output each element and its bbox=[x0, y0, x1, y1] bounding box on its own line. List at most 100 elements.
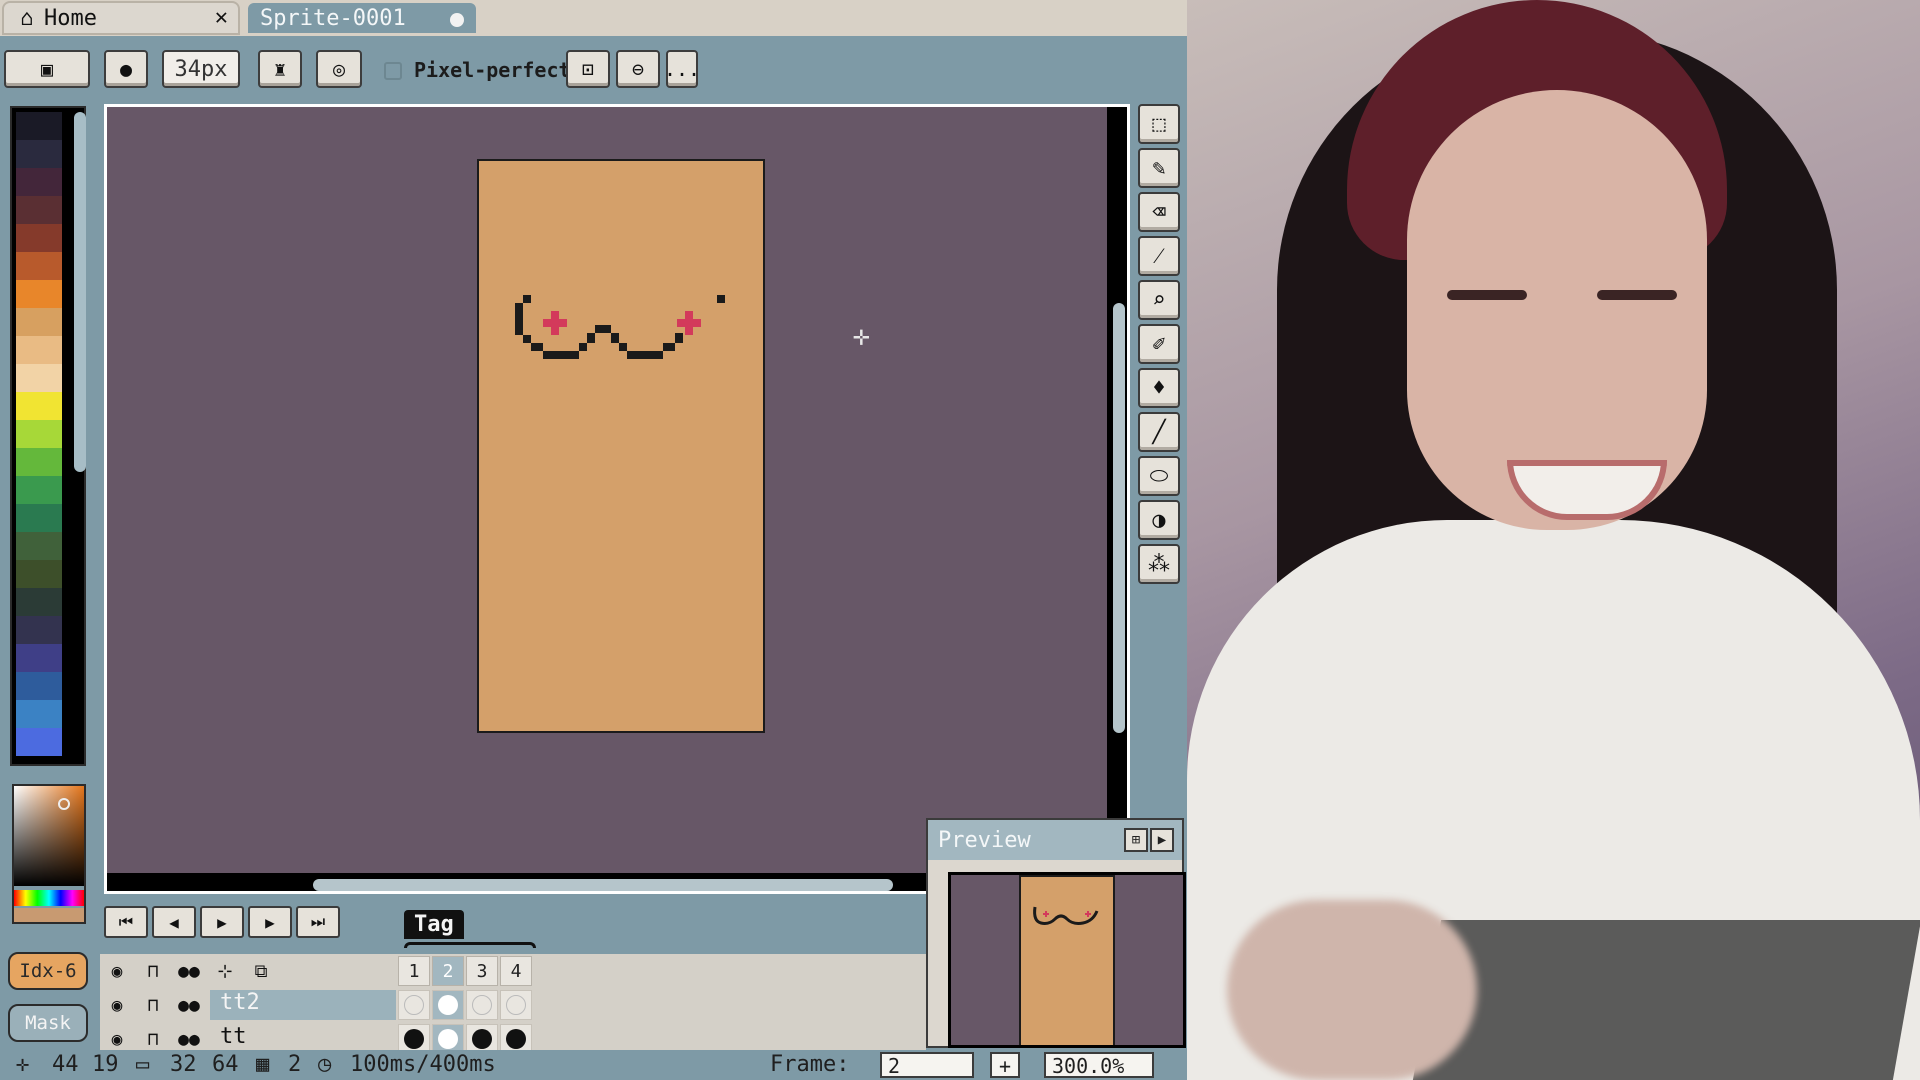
pixel-perfect-checkbox[interactable] bbox=[384, 62, 402, 80]
palette-scrollbar[interactable] bbox=[74, 112, 86, 472]
play-button[interactable]: ▶ bbox=[200, 906, 244, 938]
cel[interactable] bbox=[432, 990, 464, 1020]
palette-swatch[interactable] bbox=[16, 504, 62, 532]
tab-sprite[interactable]: Sprite-0001 bbox=[246, 1, 478, 35]
ellipse-tool[interactable]: ⬭ bbox=[1138, 456, 1180, 496]
palette-swatch[interactable] bbox=[16, 252, 62, 280]
symmetry-button[interactable]: ⊡ bbox=[566, 50, 610, 88]
palette-swatch[interactable] bbox=[16, 420, 62, 448]
palette-swatch[interactable] bbox=[16, 364, 62, 392]
cel[interactable] bbox=[398, 990, 430, 1020]
webcam-eye-right bbox=[1597, 290, 1677, 300]
palette-swatch[interactable] bbox=[16, 728, 62, 756]
palette-swatch[interactable] bbox=[16, 308, 62, 336]
ink-bucket-icon: ♜ bbox=[273, 57, 287, 81]
eraser-icon: ⌫ bbox=[1152, 199, 1166, 225]
center-icon: ⊞ bbox=[1131, 832, 1141, 848]
layer-visible-icon[interactable]: ◉ bbox=[102, 990, 132, 1020]
palette-swatch[interactable] bbox=[16, 448, 62, 476]
eraser-tool[interactable]: ⌫ bbox=[1138, 192, 1180, 232]
color-cursor-icon[interactable] bbox=[58, 798, 70, 810]
continuous-icon[interactable]: ●● bbox=[174, 956, 204, 986]
new-frame-button[interactable]: + bbox=[990, 1052, 1020, 1078]
sprite-size-icon: ▭ bbox=[136, 1052, 150, 1077]
saturation-value-field[interactable] bbox=[14, 786, 84, 886]
layer-row[interactable]: ◉ ⊓ ●● tt2 bbox=[100, 988, 926, 1022]
pencil-tool[interactable]: ✎ bbox=[1138, 148, 1180, 188]
color-index-button[interactable]: Idx-6 bbox=[8, 952, 88, 990]
palette-swatch[interactable] bbox=[16, 616, 62, 644]
layer-name[interactable]: tt2 bbox=[210, 990, 396, 1020]
preview-center-button[interactable]: ⊞ bbox=[1124, 828, 1148, 852]
dynamics-button[interactable]: ⊖ bbox=[616, 50, 660, 88]
palette-swatch[interactable] bbox=[16, 700, 62, 728]
frame-number-1[interactable]: 1 bbox=[398, 956, 430, 986]
zoom-tool[interactable]: ⌕ bbox=[1138, 280, 1180, 320]
cel[interactable] bbox=[500, 990, 532, 1020]
palette-swatch[interactable] bbox=[16, 336, 62, 364]
context-bar: ▣ ● 34px ♜ ◎ Pixel-perfect ⊡ ⊖ ... bbox=[0, 40, 1187, 96]
blur-tool[interactable]: ⁂ bbox=[1138, 544, 1180, 584]
palette-swatch[interactable] bbox=[16, 532, 62, 560]
last-frame-button[interactable]: ⏭ bbox=[296, 906, 340, 938]
alpha-slider[interactable] bbox=[14, 908, 84, 922]
zoom-input[interactable]: 300.0% bbox=[1044, 1052, 1154, 1078]
tab-home[interactable]: ⌂ Home ✕ bbox=[2, 1, 240, 35]
home-icon: ⌂ bbox=[20, 5, 34, 31]
preview-play-button[interactable]: ▶ bbox=[1150, 828, 1174, 852]
palette-swatch[interactable] bbox=[16, 168, 62, 196]
last-frame-icon: ⏭ bbox=[310, 912, 326, 931]
palette-swatch[interactable] bbox=[16, 476, 62, 504]
mask-button[interactable]: Mask bbox=[8, 1004, 88, 1042]
canvas-area[interactable]: ✛ bbox=[107, 107, 1107, 873]
color-index-label: Idx-6 bbox=[19, 960, 77, 982]
palette-swatch[interactable] bbox=[16, 672, 62, 700]
horizontal-scrollbar[interactable] bbox=[313, 879, 893, 891]
pixel-drawing bbox=[515, 295, 725, 359]
vertical-scrollbar[interactable] bbox=[1113, 303, 1125, 733]
palette-swatch[interactable] bbox=[16, 196, 62, 224]
next-frame-button[interactable]: ▶ bbox=[248, 906, 292, 938]
sprite-canvas[interactable] bbox=[477, 159, 765, 733]
lock-icon[interactable]: ⊓ bbox=[138, 956, 168, 986]
brush-shape-button[interactable]: ● bbox=[104, 50, 148, 88]
clock-icon: ◷ bbox=[318, 1052, 332, 1077]
hue-slider[interactable] bbox=[14, 890, 84, 906]
fill-tool[interactable]: ♦ bbox=[1138, 368, 1180, 408]
cel[interactable] bbox=[466, 990, 498, 1020]
palette-swatch[interactable] bbox=[16, 588, 62, 616]
frame-number-4[interactable]: 4 bbox=[500, 956, 532, 986]
preview-canvas[interactable] bbox=[948, 872, 1186, 1048]
opacity-button[interactable]: ◎ bbox=[316, 50, 362, 88]
palette-swatch[interactable] bbox=[16, 560, 62, 588]
palette-swatch[interactable] bbox=[16, 392, 62, 420]
move-tool[interactable]: ✐ bbox=[1138, 324, 1180, 364]
palette-swatch[interactable] bbox=[16, 644, 62, 672]
ink-button[interactable]: ♜ bbox=[258, 50, 302, 88]
marquee-tool[interactable]: ⬚ bbox=[1138, 104, 1180, 144]
ellipse-icon: ⬭ bbox=[1149, 463, 1169, 489]
close-icon[interactable]: ✕ bbox=[215, 5, 228, 30]
brush-type-buttons[interactable]: ▣ bbox=[4, 50, 90, 88]
eye-icon[interactable]: ◉ bbox=[102, 956, 132, 986]
contour-tool[interactable]: ◑ bbox=[1138, 500, 1180, 540]
frame-input[interactable]: 2 bbox=[880, 1052, 974, 1078]
onion-skin-icon[interactable]: ⊹ bbox=[210, 956, 240, 986]
eyedropper-tool[interactable]: ⁄ bbox=[1138, 236, 1180, 276]
frame-number-3[interactable]: 3 bbox=[466, 956, 498, 986]
brush-icon: ✐ bbox=[1152, 331, 1166, 357]
palette-swatch[interactable] bbox=[16, 280, 62, 308]
layer-lock-icon[interactable]: ⊓ bbox=[138, 990, 168, 1020]
animation-tag[interactable]: Tag bbox=[404, 910, 536, 950]
first-frame-button[interactable]: ⏮ bbox=[104, 906, 148, 938]
brush-size-field[interactable]: 34px bbox=[162, 50, 240, 88]
previous-frame-button[interactable]: ◀ bbox=[152, 906, 196, 938]
palette-swatch[interactable] bbox=[16, 224, 62, 252]
palette-swatch[interactable] bbox=[16, 112, 62, 140]
layer-continuous-icon[interactable]: ●● bbox=[174, 990, 204, 1020]
more-options-button[interactable]: ... bbox=[664, 50, 700, 88]
link-cels-icon[interactable]: ⧉ bbox=[246, 956, 276, 986]
line-tool[interactable]: ╱ bbox=[1138, 412, 1180, 452]
palette-swatch[interactable] bbox=[16, 140, 62, 168]
frame-number-2[interactable]: 2 bbox=[432, 956, 464, 986]
